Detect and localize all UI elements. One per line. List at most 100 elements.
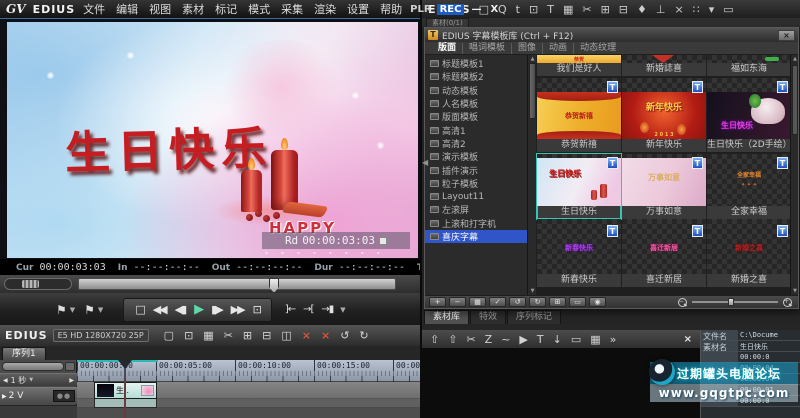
position-slider[interactable] [78,278,396,293]
tree-item[interactable]: 版面模板 [425,110,527,123]
tree-item[interactable]: 左滚屏 [425,203,527,216]
panel-collapse-arrow-icon[interactable]: ◀ [422,158,428,167]
lower-tool-icon[interactable]: ▭ [571,333,581,346]
menu-item[interactable]: 模式 [247,1,271,17]
bin-tool-icon[interactable]: ✂ [582,3,591,16]
tree-item[interactable]: 动态模板 [425,84,527,97]
lower-tool-icon[interactable]: ▶ [519,333,527,346]
bin-tool-icon[interactable]: ▾ [709,3,715,16]
bin-tool-icon[interactable]: ⊞ [601,3,610,16]
tree-scrollbar[interactable]: ▲ ▼ [527,55,536,295]
playhead-line[interactable] [124,368,126,418]
transport-button[interactable]: ▶ [190,302,206,317]
timeline-tool-icon[interactable]: ▦ [203,329,213,342]
shuttle-slider[interactable] [4,278,72,290]
library-tool-button[interactable]: ⊞ [549,297,566,307]
menu-item[interactable]: 素材 [181,1,205,17]
bin-tool-icon[interactable]: ♦ [637,3,647,16]
bin-tool-icon[interactable]: ▭ [723,3,733,16]
scroll-down-icon[interactable]: ▼ [791,288,798,294]
grid-scrollbar[interactable]: ▲ ▼ [790,55,798,295]
timeline-tool-icon[interactable]: ▢ [164,329,174,342]
library-tool-button[interactable]: ▭ [569,297,586,307]
track-header-v2[interactable]: ▶ 2 V ●● [0,387,77,404]
template-cell[interactable]: T 生日快乐 生日快乐（2D手绘） [707,78,791,152]
minimize-button[interactable]: — [469,4,483,15]
timeline-tool-icon[interactable]: ↺ [340,329,349,342]
library-close-button[interactable]: × [778,29,795,41]
template-cell[interactable]: T 喜迁新居 喜迁新居 [622,219,706,287]
template-cell[interactable]: T 恭贺新禧 恭贺新禧 [537,78,621,152]
library-tool-button[interactable]: ▦ [469,297,486,307]
chevron-down-icon[interactable]: ▼ [98,306,103,314]
template-cell[interactable]: 新婚誌喜 [622,55,706,76]
lower-lane[interactable] [77,408,420,418]
tab-bin[interactable]: 素材库 [424,310,470,324]
timeline-tool-icon[interactable]: ⊟ [262,329,271,342]
menu-item[interactable]: 帮助 [379,1,403,17]
template-cell-selected[interactable]: T 生日快乐 生日快乐 [536,153,622,220]
timeline-tool-icon[interactable]: ◫ [281,329,291,342]
timeline-tool-icon[interactable]: × [321,329,330,342]
library-tool-button[interactable]: ↺ [509,297,526,307]
library-tool-button[interactable]: + [429,297,446,307]
transport-button[interactable]: ▮▶ [207,303,226,316]
library-tab[interactable]: 版面 [432,42,464,54]
rec-button[interactable]: REC [436,3,465,15]
tree-item[interactable]: Layout11 [425,190,527,203]
timeline-zoom-slider[interactable] [2,362,64,371]
lower-tool-icon[interactable]: T [537,333,544,346]
menu-item[interactable]: 编辑 [115,1,139,17]
zoom-out-magnifier-icon[interactable]: − [678,297,687,307]
timeline-tool-icon[interactable]: ⊡ [184,329,193,342]
zoom-slider-thumb[interactable] [728,298,734,306]
lower-tool-icon[interactable]: ↓ [553,333,562,346]
lower-tool-icon[interactable]: ▦ [590,333,600,346]
tree-item[interactable]: 插件演示 [425,163,527,177]
template-cell[interactable]: T 新婚之喜 新婚之喜 [707,219,791,287]
timeline-header-button[interactable] [65,362,75,371]
zoom-in-magnifier-icon[interactable]: + [783,297,792,307]
trim-button[interactable]: ]← [282,304,298,315]
lower-tool-icon[interactable]: ⇧ [430,333,439,346]
tree-item[interactable]: 粒子模板 [425,177,527,190]
lower-tool-icon[interactable]: ⇧ [448,333,457,346]
template-cell[interactable]: 恭贺 我们是好人 [537,55,621,76]
chevron-down-icon[interactable]: ▼ [70,306,75,314]
library-title-bar[interactable]: T EDIUS 字幕模板库 (Ctrl + F12) × [425,28,798,42]
bin-tool-icon[interactable]: × [674,3,683,16]
menu-item[interactable]: 采集 [280,1,304,17]
library-tool-button[interactable]: ↻ [529,297,546,307]
tree-item[interactable]: 标题模板1 [425,57,527,70]
transport-button[interactable]: ◀▮ [171,303,190,316]
library-tab[interactable]: 图像 [512,42,544,54]
chevron-down-icon[interactable]: ▼ [340,306,345,314]
time-scale-control[interactable]: ◀ 1 秒 ▼ ▶ [0,373,77,386]
library-tab[interactable]: 动态纹理 [574,43,622,54]
lower-tool-icon[interactable]: ~ [501,333,510,346]
transport-button[interactable]: □ [131,303,147,316]
bin-tool-icon[interactable]: ⊡ [529,3,538,16]
tree-item[interactable]: 演示模板 [425,150,527,163]
scale-right-arrow-icon[interactable]: ▶ [69,377,74,384]
tree-scroll-thumb[interactable] [529,63,536,119]
bin-tool-icon[interactable]: ▦ [563,3,573,16]
transport-button[interactable]: ▶▶ [227,303,248,316]
position-thumb[interactable] [269,278,279,293]
timeline-tool-icon[interactable]: × [302,329,311,342]
lower-tool-icon[interactable]: » [610,333,617,346]
tree-item[interactable]: 喜庆字幕 [425,229,527,244]
timeline-tool-icon[interactable]: ✂ [224,329,233,342]
menu-item[interactable]: 渲染 [313,1,337,17]
timeline-tool-icon[interactable]: ↻ [359,329,368,342]
timeline-tool-icon[interactable]: ⊞ [243,329,252,342]
tree-item[interactable]: 上滚和打字机 [425,217,527,230]
library-tab[interactable]: 唱词模板 [463,42,513,54]
tab-sequence-markers[interactable]: 序列标记 [507,310,562,324]
menu-item[interactable]: 设置 [346,1,370,17]
scroll-up-icon[interactable]: ▲ [791,56,798,62]
chevron-down-icon[interactable]: ▼ [29,377,33,383]
bin-folder-tab[interactable]: 素材(0/1) [426,17,469,28]
library-tool-button[interactable]: ✓ [489,297,506,307]
lower-tool-icon[interactable]: ✂ [466,333,475,346]
